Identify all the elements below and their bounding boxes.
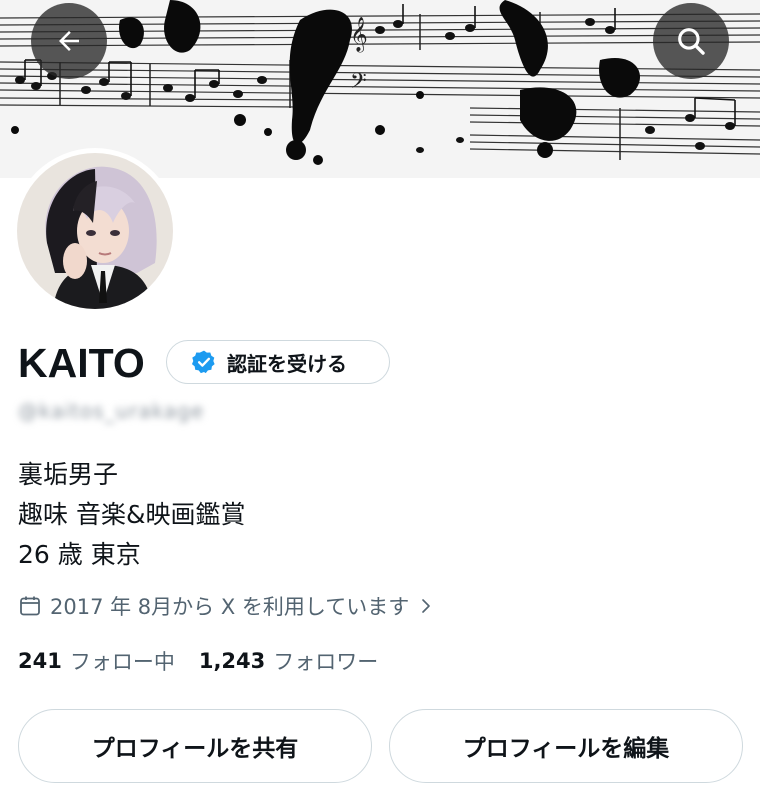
- bio-line: 裏垢男子: [18, 460, 119, 489]
- chevron-right-icon: [422, 599, 431, 613]
- back-button[interactable]: [31, 3, 107, 79]
- arrow-left-icon: [59, 31, 79, 51]
- avatar-image: [17, 153, 173, 309]
- following-count[interactable]: 241: [18, 649, 62, 673]
- avatar[interactable]: [12, 148, 178, 314]
- followers-label[interactable]: フォロワー: [273, 646, 378, 676]
- username-handle-text: @kaitos_urakage: [18, 399, 205, 423]
- bio-line: 26 歳 東京: [18, 540, 141, 569]
- profile-bio: 裏垢男子 趣味 音楽&映画鑑賞 26 歳 東京: [18, 455, 245, 575]
- joined-date-row[interactable]: 2017 年 8月から X を利用しています: [18, 592, 435, 620]
- follow-stats: 241 フォロー中 1,243 フォロワー: [18, 645, 402, 677]
- search-button[interactable]: [653, 3, 729, 79]
- joined-date-text: 2017 年 8月から X を利用しています: [50, 595, 410, 619]
- search-icon: [678, 28, 705, 55]
- following-label[interactable]: フォロー中: [70, 646, 175, 676]
- svg-text:𝄢: 𝄢: [350, 69, 367, 99]
- display-name: KAITO: [18, 340, 145, 386]
- bio-line: 趣味 音楽&映画鑑賞: [18, 500, 246, 529]
- username-handle: @kaitos_urakage: [18, 394, 248, 428]
- edit-profile-button[interactable]: プロフィールを編集: [389, 709, 743, 783]
- calendar-icon: [20, 596, 40, 616]
- verified-badge-icon: [191, 350, 215, 374]
- share-profile-button[interactable]: プロフィールを共有: [18, 709, 372, 783]
- svg-text:𝄞: 𝄞: [350, 17, 368, 53]
- get-verified-button[interactable]: 認証を受ける: [166, 340, 390, 384]
- get-verified-label: 認証を受ける: [227, 351, 347, 376]
- followers-count[interactable]: 1,243: [199, 649, 265, 673]
